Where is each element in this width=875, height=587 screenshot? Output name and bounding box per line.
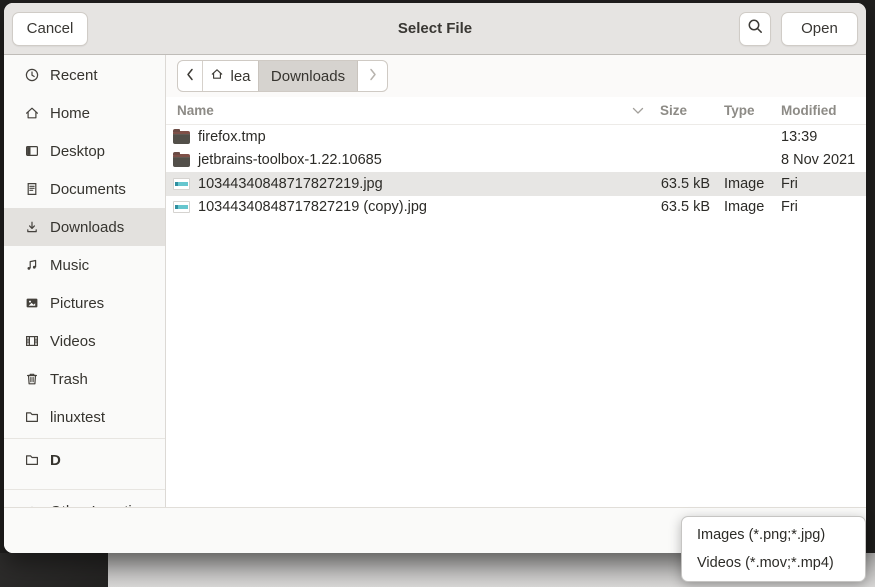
folder-icon (23, 452, 40, 469)
picture-icon (23, 295, 40, 312)
music-note-icon (23, 257, 40, 274)
folder-icon (173, 154, 190, 167)
download-icon (23, 219, 40, 236)
background-window-dark-area (0, 553, 108, 587)
film-icon (23, 333, 40, 350)
sidebar-item-label: Videos (50, 333, 96, 350)
sidebar-item-home[interactable]: Home (4, 94, 165, 132)
file-modified: Fri (777, 176, 866, 192)
headerbar-right-group: Open (739, 12, 858, 46)
sidebar-item-label: linuxtest (50, 409, 105, 426)
folder-icon (23, 409, 40, 426)
file-chooser-dialog: Cancel Select File Open Recent (4, 3, 866, 553)
file-name: 10344340848717827219 (copy).jpg (198, 199, 427, 215)
file-size: 63.5 kB (650, 199, 718, 215)
forward-button[interactable] (358, 61, 387, 91)
sidebar-item-downloads[interactable]: Downloads (4, 208, 165, 246)
sidebar-item-label: Pictures (50, 295, 104, 312)
places-sidebar: Recent Home Desktop Documents (4, 55, 166, 507)
chevron-right-icon (369, 68, 377, 85)
image-file-icon (173, 178, 190, 190)
file-filter-popup: Images (*.png;*.jpg) Videos (*.mov;*.mp4… (681, 516, 866, 582)
filter-option-videos[interactable]: Videos (*.mov;*.mp4) (682, 549, 865, 577)
column-headers: Name Size Type Modified (166, 97, 866, 125)
open-button[interactable]: Open (781, 12, 858, 46)
sidebar-item-label: Recent (50, 67, 98, 84)
sidebar-item-label: Downloads (50, 219, 124, 236)
home-icon (210, 67, 224, 85)
sidebar-item-trash[interactable]: Trash (4, 360, 165, 398)
file-name: 10344340848717827219.jpg (198, 176, 383, 192)
sidebar-item-linuxtest[interactable]: linuxtest (4, 398, 165, 436)
sidebar-item-drive-d[interactable]: D (4, 441, 165, 479)
magnifier-icon (747, 18, 764, 39)
sidebar-item-label: D (50, 452, 61, 469)
breadcrumb-downloads[interactable]: Downloads (258, 61, 358, 91)
document-icon (23, 181, 40, 198)
chevron-down-icon (632, 103, 644, 118)
home-icon (23, 105, 40, 122)
breadcrumb-home[interactable]: lea (203, 61, 258, 91)
search-button[interactable] (739, 12, 771, 46)
file-row-jpg-copy[interactable]: 10344340848717827219 (copy).jpg 63.5 kB … (166, 196, 866, 220)
back-button[interactable] (178, 61, 203, 91)
breadcrumb: lea Downloads (177, 60, 388, 92)
column-header-size[interactable]: Size (650, 103, 718, 118)
folder-icon (173, 131, 190, 144)
dialog-body: Recent Home Desktop Documents (4, 55, 866, 507)
path-bar: lea Downloads (166, 55, 866, 97)
file-size: 63.5 kB (650, 176, 718, 192)
image-file-icon (173, 201, 190, 213)
file-modified: 13:39 (777, 129, 866, 145)
file-name: jetbrains-toolbox-1.22.10685 (198, 152, 382, 168)
sidebar-item-desktop[interactable]: Desktop (4, 132, 165, 170)
sidebar-item-label: Desktop (50, 143, 105, 160)
file-modified: 8 Nov 2021 (777, 152, 866, 168)
breadcrumb-home-label: lea (230, 68, 250, 85)
sidebar-item-other-locations[interactable]: Other Locations (4, 492, 165, 507)
sidebar-item-videos[interactable]: Videos (4, 322, 165, 360)
sidebar-item-label: Trash (50, 371, 88, 388)
file-row-firefox-tmp[interactable]: firefox.tmp 13:39 (166, 125, 866, 149)
column-header-name-label: Name (177, 103, 214, 118)
headerbar: Cancel Select File Open (4, 3, 866, 55)
sidebar-item-pictures[interactable]: Pictures (4, 284, 165, 322)
dialog-title: Select File (4, 20, 866, 37)
file-list-pane: lea Downloads Name Si (166, 55, 866, 507)
file-row-jetbrains-toolbox[interactable]: jetbrains-toolbox-1.22.10685 8 Nov 2021 (166, 149, 866, 173)
file-type: Image (718, 176, 777, 192)
sidebar-item-label: Home (50, 105, 90, 122)
sidebar-item-documents[interactable]: Documents (4, 170, 165, 208)
filter-option-images[interactable]: Images (*.png;*.jpg) (682, 521, 865, 549)
file-row-jpg-selected[interactable]: 10344340848717827219.jpg 63.5 kB Image F… (166, 172, 866, 196)
column-header-name[interactable]: Name (166, 103, 650, 118)
sidebar-item-music[interactable]: Music (4, 246, 165, 284)
desktop-icon (23, 143, 40, 160)
cancel-button[interactable]: Cancel (12, 12, 88, 46)
chevron-left-icon (186, 68, 194, 85)
sidebar-item-label: Documents (50, 181, 126, 198)
column-header-type[interactable]: Type (718, 103, 777, 118)
sidebar-divider (4, 438, 165, 439)
sidebar-item-recent[interactable]: Recent (4, 56, 165, 94)
sidebar-divider (4, 489, 165, 490)
sidebar-item-label: Music (50, 257, 89, 274)
trash-icon (23, 371, 40, 388)
file-modified: Fri (777, 199, 866, 215)
clock-icon (23, 67, 40, 84)
file-rows: firefox.tmp 13:39 jetbrains-toolbox-1.22… (166, 125, 866, 507)
file-type: Image (718, 199, 777, 215)
column-header-modified[interactable]: Modified (777, 103, 866, 118)
file-name: firefox.tmp (198, 129, 266, 145)
